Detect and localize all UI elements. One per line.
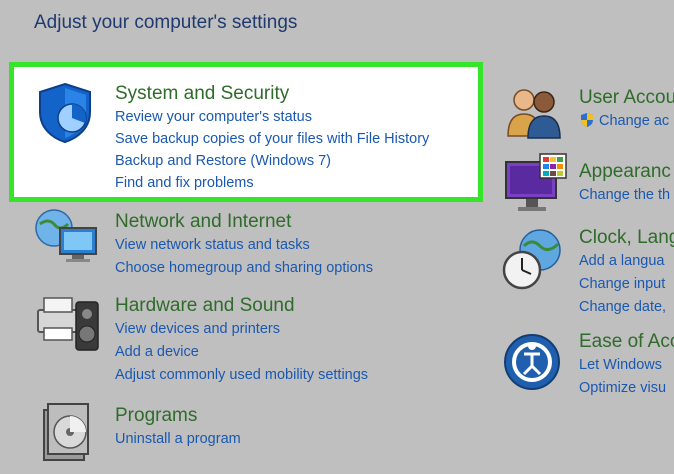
security-shield-icon (36, 82, 94, 149)
monitor-palette-icon (504, 152, 568, 221)
users-icon (504, 84, 566, 147)
programs-disc-icon (40, 402, 100, 469)
add-language-link[interactable]: Add a langua (579, 250, 674, 273)
homegroup-sharing-link[interactable]: Choose homegroup and sharing options (115, 257, 373, 280)
hardware-sound-title[interactable]: Hardware and Sound (115, 294, 368, 318)
network-internet-title[interactable]: Network and Internet (115, 210, 373, 234)
file-history-link[interactable]: Save backup copies of your files with Fi… (115, 128, 429, 150)
devices-printers-link[interactable]: View devices and printers (115, 318, 368, 341)
clock-language-title[interactable]: Clock, Lang (579, 226, 674, 250)
add-device-link[interactable]: Add a device (115, 341, 368, 364)
category-system-security: System and Security Review your computer… (115, 82, 429, 194)
category-network-internet: Network and Internet View network status… (115, 210, 373, 280)
review-status-link[interactable]: Review your computer's status (115, 106, 429, 128)
find-fix-problems-link[interactable]: Find and fix problems (115, 172, 429, 194)
change-account-type-link[interactable]: Change ac (579, 110, 674, 136)
category-programs: Programs Uninstall a program (115, 404, 241, 451)
printer-speaker-icon (36, 292, 102, 359)
network-status-link[interactable]: View network status and tasks (115, 234, 373, 257)
change-input-link[interactable]: Change input (579, 273, 674, 296)
uac-shield-icon (579, 112, 595, 136)
change-theme-link[interactable]: Change the th (579, 184, 671, 207)
system-security-title[interactable]: System and Security (115, 82, 429, 106)
let-windows-suggest-link[interactable]: Let Windows (579, 354, 674, 377)
appearance-title[interactable]: Appearanc (579, 160, 671, 184)
ease-of-access-icon (502, 332, 562, 397)
ease-of-access-title[interactable]: Ease of Acc (579, 330, 674, 354)
page-title: Adjust your computer's settings (34, 12, 298, 33)
category-appearance: Appearanc Change the th (579, 160, 671, 207)
change-account-type-label: Change ac (599, 113, 670, 129)
network-globe-icon (34, 206, 102, 273)
programs-title[interactable]: Programs (115, 404, 241, 428)
clock-globe-icon (500, 228, 566, 297)
category-clock-language: Clock, Lang Add a langua Change input Ch… (579, 226, 674, 319)
category-hardware-sound: Hardware and Sound View devices and prin… (115, 294, 368, 387)
optimize-visual-link[interactable]: Optimize visu (579, 377, 674, 400)
user-accounts-title[interactable]: User Accou (579, 86, 674, 110)
uninstall-program-link[interactable]: Uninstall a program (115, 428, 241, 451)
mobility-settings-link[interactable]: Adjust commonly used mobility settings (115, 364, 368, 387)
backup-restore-link[interactable]: Backup and Restore (Windows 7) (115, 150, 429, 172)
change-date-link[interactable]: Change date, (579, 296, 674, 319)
category-user-accounts: User Accou Change ac (579, 86, 674, 136)
category-ease-of-access: Ease of Acc Let Windows Optimize visu (579, 330, 674, 400)
